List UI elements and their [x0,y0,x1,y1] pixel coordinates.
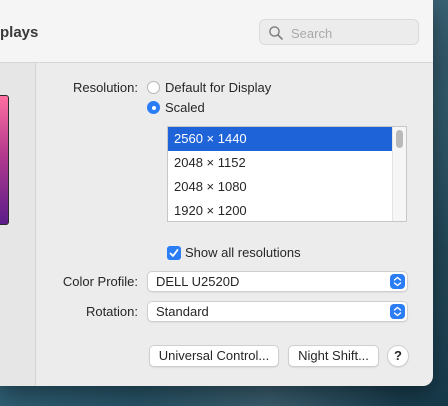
resolution-list-item[interactable]: 2048 × 1152 [168,151,393,175]
show-all-resolutions-checkbox[interactable] [167,246,181,260]
checkmark-icon [169,249,179,257]
search-icon [268,25,284,41]
displays-window: plays Search Resolution: Default for Dis… [0,0,433,386]
title-bar: plays Search [0,0,433,63]
color-profile-label: Color Profile: [62,274,138,289]
search-field[interactable]: Search [259,19,419,45]
rotation-label: Rotation: [85,304,138,319]
list-scrollbar-thumb[interactable] [396,130,403,148]
radio-default-label: Default for Display [165,80,272,95]
list-scrollbar[interactable] [392,127,406,221]
radio-scaled-label: Scaled [165,100,205,115]
help-button[interactable]: ? [387,345,409,367]
resolution-list-item[interactable]: 2560 × 1440 [168,127,393,151]
color-profile-popup[interactable]: DELL U2520D [147,271,408,292]
universal-control-button[interactable]: Universal Control... [149,345,279,367]
window-title: plays [0,24,39,41]
display-thumbnail[interactable] [0,95,9,225]
search-placeholder: Search [291,26,333,41]
popup-arrows-icon [390,304,405,319]
rotation-value: Standard [156,304,209,319]
radio-scaled[interactable] [147,101,160,114]
popup-arrows-icon [390,274,405,289]
rotation-popup[interactable]: Standard [147,301,408,322]
color-profile-value: DELL U2520D [156,274,240,289]
night-shift-button[interactable]: Night Shift... [288,345,379,367]
resolution-label: Resolution: [72,80,138,95]
resolution-list-item[interactable]: 2048 × 1080 [168,175,393,199]
resolution-list-item[interactable]: 1920 × 1200 [168,199,393,221]
resolution-list[interactable]: 2560 × 1440 2048 × 1152 2048 × 1080 1920… [167,126,407,222]
show-all-resolutions-label: Show all resolutions [185,245,301,260]
radio-default-for-display[interactable] [147,81,160,94]
display-arrangement-panel [0,63,36,386]
